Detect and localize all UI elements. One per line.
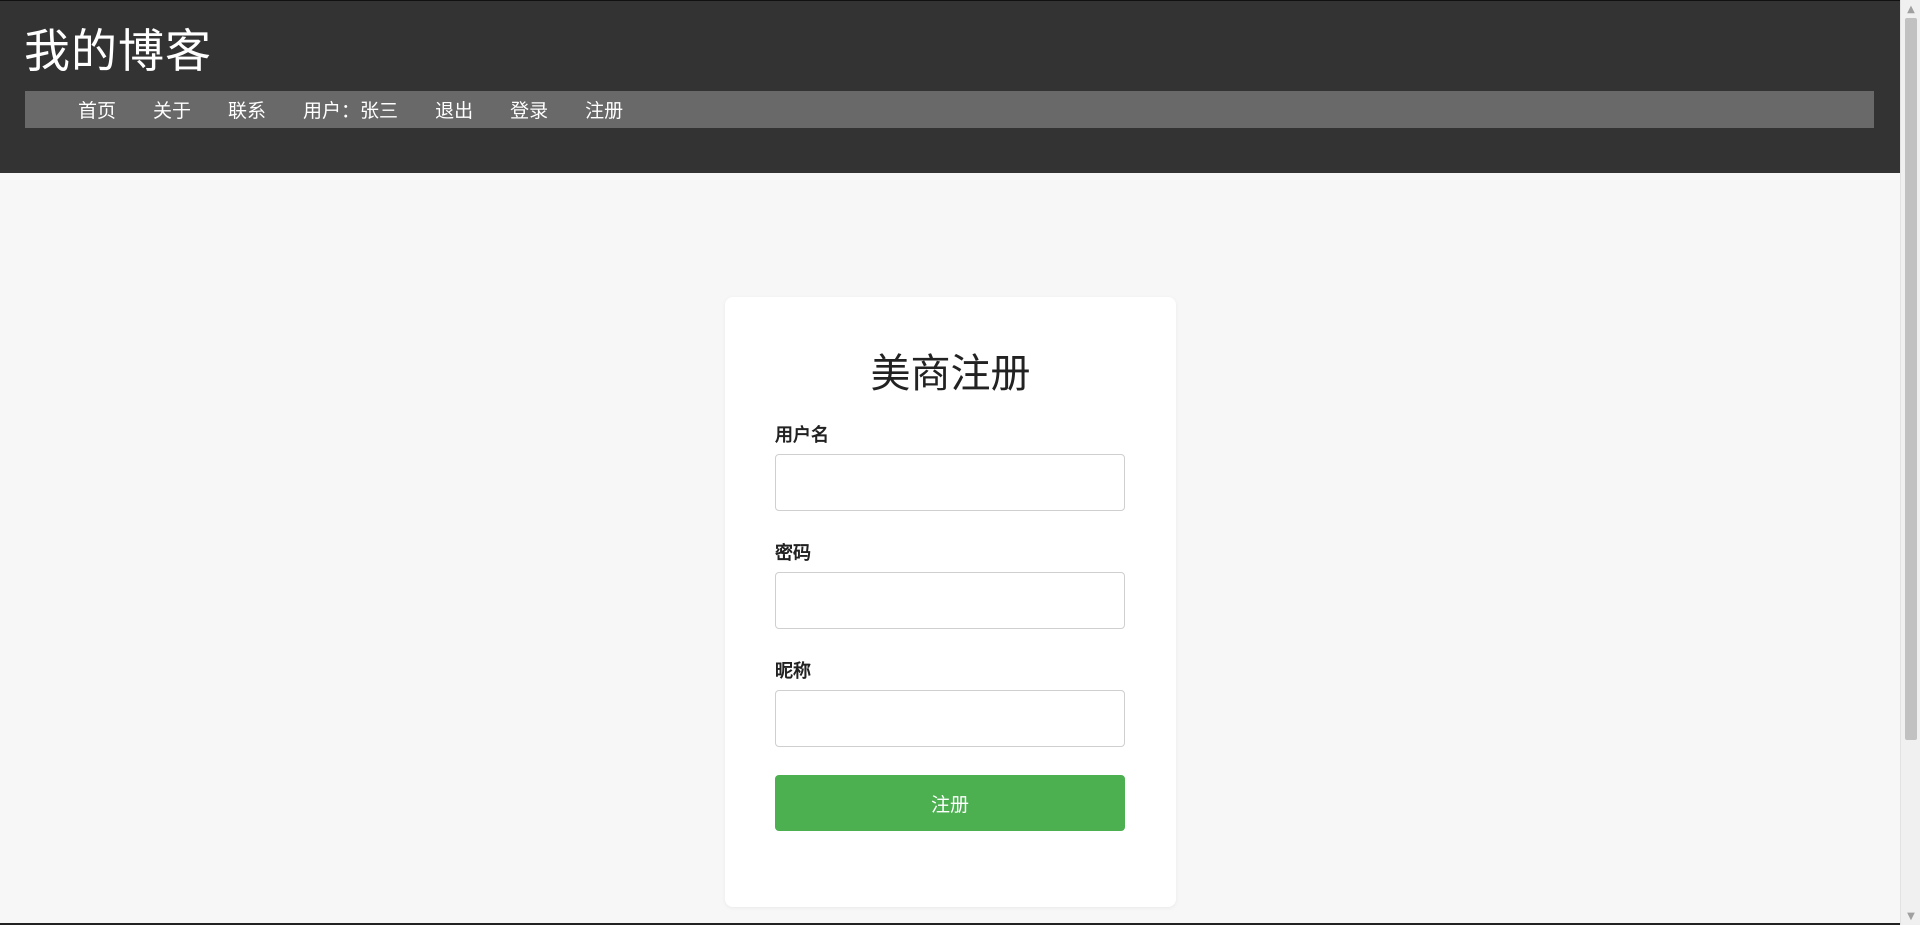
register-submit-button[interactable]: 注册 [775,775,1125,831]
nav-about-link[interactable]: 关于 [153,96,191,123]
username-input[interactable] [775,454,1125,511]
scrollbar-thumb[interactable] [1905,18,1917,740]
main-content: 美商注册 用户名 密码 昵称 注册 [0,173,1900,925]
password-label: 密码 [775,543,811,564]
site-header: 我的博客 首页 关于 联系 用户：张三 退出 登录 注册 [0,0,1900,173]
nickname-label: 昵称 [775,661,811,682]
username-label: 用户名 [775,425,829,446]
triangle-down-icon[interactable]: ▼ [1901,907,1920,925]
nav-bar: 首页 关于 联系 用户：张三 退出 登录 注册 [25,91,1874,128]
nickname-input[interactable] [775,690,1125,747]
nav-home-link[interactable]: 首页 [78,96,116,123]
site-title: 我的博客 [24,24,212,78]
vertical-scrollbar[interactable]: ▲ ▼ [1900,0,1920,925]
password-input[interactable] [775,572,1125,629]
nav-contact-link[interactable]: 联系 [228,96,266,123]
nav-register-link[interactable]: 注册 [585,96,623,123]
register-card: 美商注册 用户名 密码 昵称 注册 [725,297,1176,907]
page: 我的博客 首页 关于 联系 用户：张三 退出 登录 注册 美商注册 用户名 密码… [0,0,1920,925]
nav-logout-link[interactable]: 退出 [435,96,473,123]
nav-user-link[interactable]: 用户：张三 [303,96,398,123]
triangle-up-icon[interactable]: ▲ [1901,0,1920,18]
nav-login-link[interactable]: 登录 [510,96,548,123]
register-title: 美商注册 [870,351,1031,397]
